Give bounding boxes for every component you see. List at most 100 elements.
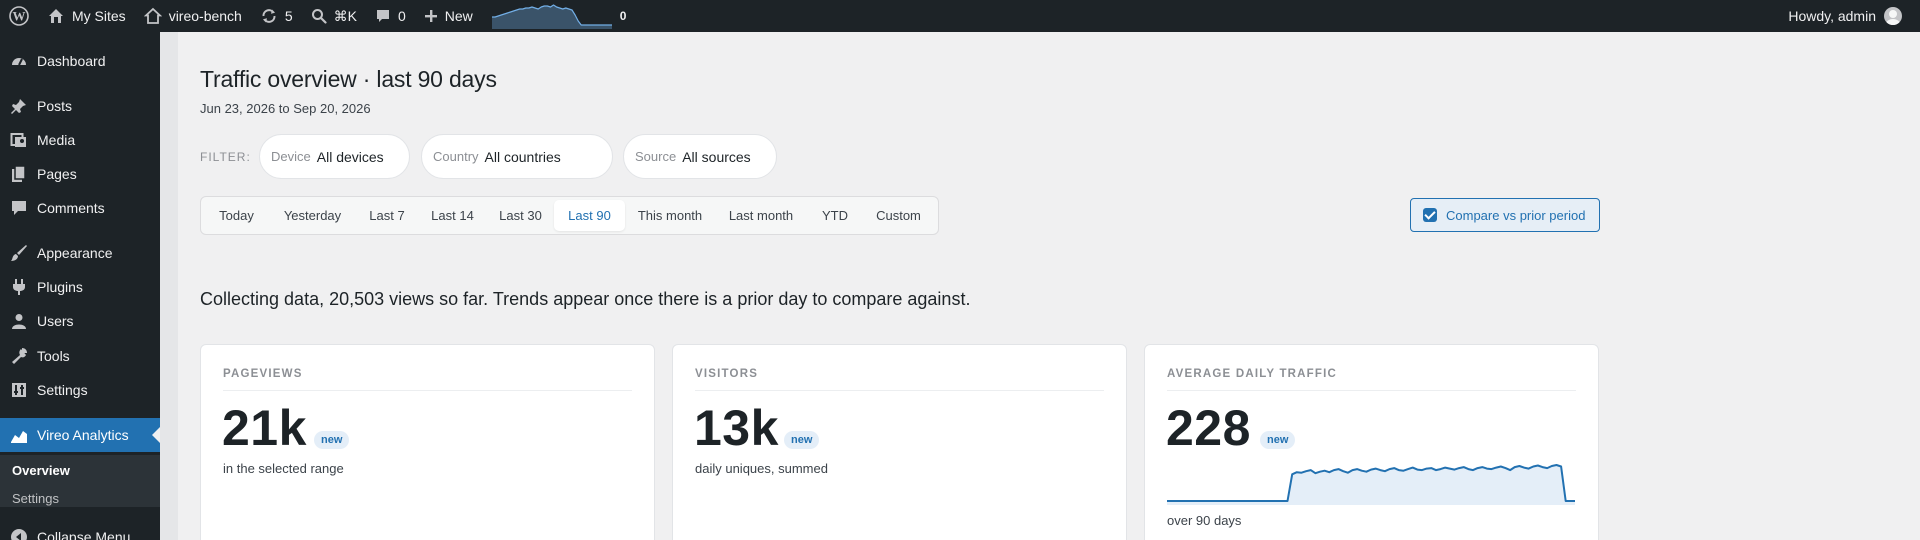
comments-menu[interactable]: 0 <box>366 0 415 32</box>
sidebar-item-settings[interactable]: Settings <box>0 373 160 407</box>
sidebar-item-comments[interactable]: Comments <box>0 191 160 225</box>
submenu-item-overview[interactable]: Overview <box>12 463 70 478</box>
search-shortcut-label: ⌘K <box>333 7 357 24</box>
sidebar-item-label: Users <box>37 313 74 329</box>
sidebar-item-pages[interactable]: Pages <box>0 157 160 191</box>
collapse-icon <box>11 529 27 540</box>
sidebar-item-label: Appearance <box>37 245 113 261</box>
card-value: 21k <box>222 400 307 456</box>
tab-last-90[interactable]: Last 90 <box>554 200 625 231</box>
sidebar-item-label: Settings <box>37 382 88 398</box>
new-badge: new <box>314 431 350 449</box>
sidebar-item-appearance[interactable]: Appearance <box>0 236 160 270</box>
sidebar-item-label: Posts <box>37 98 73 114</box>
sidebar-item-label: Media <box>37 132 76 148</box>
sidebar-item-label: Dashboard <box>37 53 106 69</box>
updates-menu[interactable]: 5 <box>251 0 302 32</box>
chart-icon <box>11 431 27 443</box>
compare-label: Compare vs prior period <box>1446 207 1586 223</box>
sidebar-item-posts[interactable]: Posts <box>0 89 160 123</box>
submenu-item-settings[interactable]: Settings <box>12 491 59 506</box>
pin-icon <box>11 99 26 114</box>
plus-icon <box>424 10 437 22</box>
device-filter[interactable]: Device All devices <box>259 134 410 179</box>
sidebar-item-label: Comments <box>37 200 105 216</box>
svg-text:W: W <box>13 9 26 24</box>
user-icon <box>12 314 26 329</box>
sidebar-item-plugins[interactable]: Plugins <box>0 270 160 304</box>
traffic-sparkline <box>1167 464 1575 505</box>
wordpress-logo-icon: W <box>9 6 29 26</box>
tab-this-month[interactable]: This month <box>626 200 714 231</box>
header-sparkline <box>491 4 612 29</box>
my-account-menu[interactable]: Howdy, admin <box>1788 0 1920 32</box>
filter-label: FILTER: <box>200 150 251 164</box>
filter-value: All sources <box>682 148 751 165</box>
compare-toggle[interactable]: Compare vs prior period <box>1410 198 1600 232</box>
sidebar-item-dashboard[interactable]: Dashboard <box>0 44 160 78</box>
tab-last-7[interactable]: Last 7 <box>356 200 418 231</box>
wordpress-logo-button[interactable]: W <box>0 0 38 32</box>
source-filter[interactable]: Source All sources <box>623 134 777 179</box>
card-title: AVERAGE DAILY TRAFFIC <box>1167 368 1338 380</box>
tab-yesterday[interactable]: Yesterday <box>270 200 355 231</box>
my-sites-menu[interactable]: My Sites <box>38 0 135 32</box>
plugin-icon <box>13 279 25 295</box>
date-range-tabs: Today Yesterday Last 7 Last 14 Last 30 L… <box>200 196 939 235</box>
comment-bubble-icon <box>376 10 389 22</box>
compare-checkbox[interactable] <box>1423 208 1437 222</box>
admin-bar: W My Sites vireo-bench 5 ⌘K 0 New 0 Howd… <box>0 0 1920 32</box>
pages-icon <box>12 165 26 182</box>
sites-icon <box>49 9 63 23</box>
card-divider <box>695 390 1104 391</box>
new-badge: new <box>784 431 820 449</box>
country-filter[interactable]: Country All countries <box>421 134 613 179</box>
collecting-message: Collecting data, 20,503 views so far. Tr… <box>200 289 971 309</box>
sidebar-item-vireo-analytics[interactable]: Vireo Analytics <box>0 418 160 452</box>
average-daily-traffic-card: AVERAGE DAILY TRAFFIC 228 new over 90 da… <box>1144 344 1599 540</box>
sidebar-item-media[interactable]: Media <box>0 123 160 157</box>
avatar <box>1884 7 1902 25</box>
vireo-submenu: Overview Settings <box>0 455 160 507</box>
page-title: Traffic overview · last 90 days <box>200 66 497 92</box>
site-name-label: vireo-bench <box>168 8 242 24</box>
filter-value: All countries <box>484 148 561 165</box>
tab-last-14[interactable]: Last 14 <box>419 200 486 231</box>
new-content-menu[interactable]: New <box>415 0 482 32</box>
card-value: 228 <box>1166 400 1251 456</box>
sidebar-item-label: Pages <box>37 166 77 182</box>
home-icon <box>143 7 162 24</box>
settings-icon <box>12 383 26 397</box>
search-shortcut-button[interactable]: ⌘K <box>302 0 366 32</box>
sidebar-item-tools[interactable]: Tools <box>0 339 160 373</box>
new-badge: new <box>1260 431 1296 449</box>
tab-today[interactable]: Today <box>204 200 269 231</box>
card-divider <box>1167 390 1576 391</box>
filter-key: Country <box>433 149 479 164</box>
wrench-icon <box>12 348 27 364</box>
comments-count: 0 <box>397 8 406 24</box>
filter-key: Device <box>271 149 311 164</box>
site-name-menu[interactable]: vireo-bench <box>135 0 251 32</box>
collapse-menu-button[interactable]: Collapse Menu <box>0 520 160 540</box>
visitors-card: VISITORS 13k new daily uniques, summed <box>672 344 1127 540</box>
traffic-sparkline-menu[interactable]: 0 <box>482 0 635 32</box>
content: Traffic overview · last 90 days Jun 23, … <box>200 32 1620 540</box>
collapse-menu-label: Collapse Menu <box>37 529 131 540</box>
updates-count: 5 <box>284 8 293 24</box>
sidebar-item-label: Plugins <box>37 279 83 295</box>
filter-value: All devices <box>316 148 384 165</box>
sidebar-item-label: Vireo Analytics <box>37 427 129 443</box>
tab-last-month[interactable]: Last month <box>715 200 807 231</box>
admin-sidebar: Dashboard Posts Media Pages Comments App… <box>0 32 160 540</box>
sidebar-item-users[interactable]: Users <box>0 304 160 338</box>
tab-last-30[interactable]: Last 30 <box>487 200 554 231</box>
card-title: PAGEVIEWS <box>223 368 303 380</box>
tab-ytd[interactable]: YTD <box>808 200 862 231</box>
comment-icon <box>12 201 26 215</box>
main-area: Traffic overview · last 90 days Jun 23, … <box>160 32 1920 540</box>
brush-icon <box>11 245 27 261</box>
card-divider <box>223 390 632 391</box>
dashboard-icon <box>12 58 26 66</box>
tab-custom[interactable]: Custom <box>863 200 934 231</box>
